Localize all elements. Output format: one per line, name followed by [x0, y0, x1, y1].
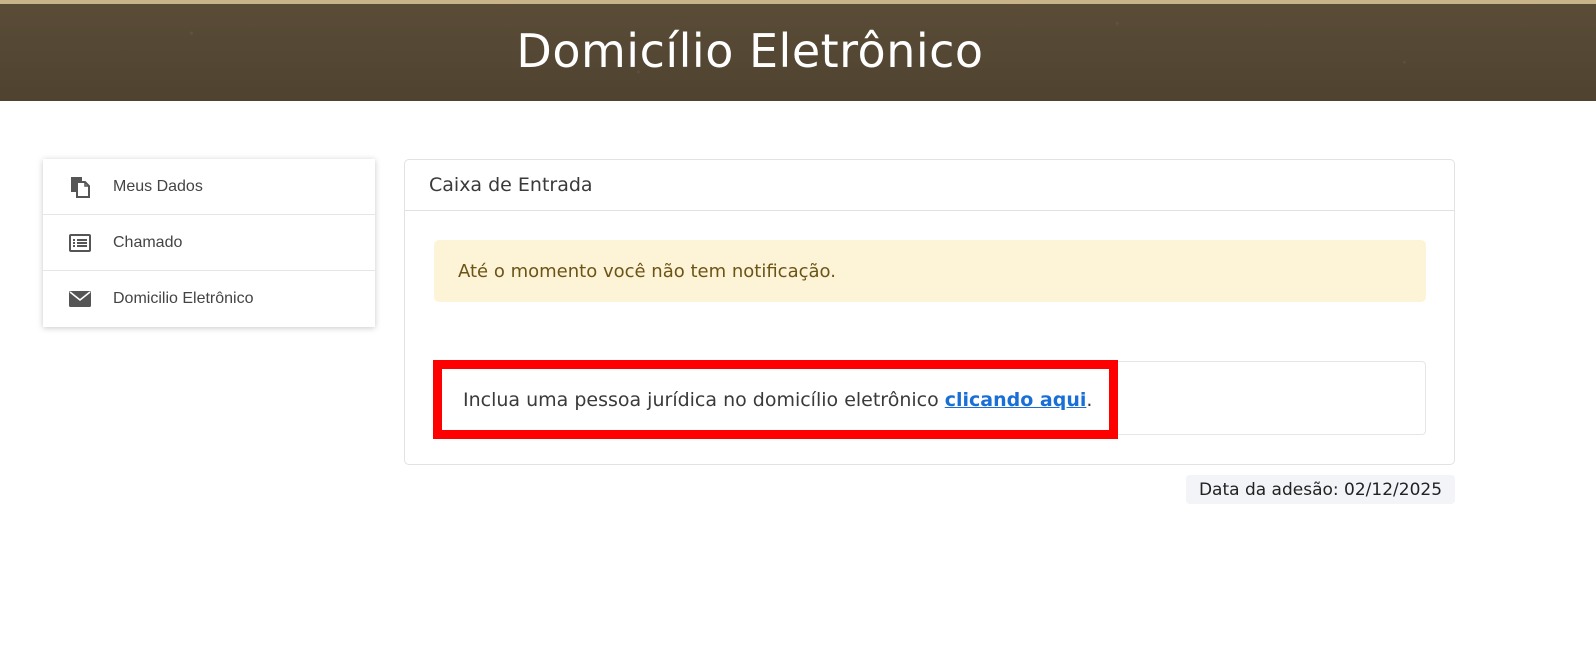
include-text-suffix: .: [1086, 388, 1093, 411]
page-header: Domicílio Eletrônico: [0, 0, 1596, 101]
include-company-link[interactable]: clicando aqui: [945, 389, 1087, 411]
documents-icon: [69, 176, 91, 198]
inbox-title: Caixa de Entrada: [429, 174, 593, 196]
sidebar-item-label: Meus Dados: [113, 177, 203, 195]
sidebar-item-label: Chamado: [113, 233, 183, 251]
sidebar-item-domicilio-eletronico[interactable]: Domicilio Eletrônico: [43, 271, 375, 327]
no-notification-alert: Até o momento você não tem notificação.: [434, 240, 1426, 302]
include-text-prefix: Inclua uma pessoa jurídica no domicílio …: [463, 388, 945, 411]
adesao-date-badge: Data da adesão: 02/12/2025: [1186, 475, 1455, 504]
include-company-text: Inclua uma pessoa jurídica no domicílio …: [463, 389, 1092, 411]
sidebar-item-meus-dados[interactable]: Meus Dados: [43, 159, 375, 215]
sidebar-item-label: Domicilio Eletrônico: [113, 290, 254, 307]
sidebar-menu: Meus Dados Chamado Domicilio Eletrônico: [43, 159, 375, 327]
highlight-box: Inclua uma pessoa jurídica no domicílio …: [433, 360, 1118, 439]
envelope-icon: [69, 288, 91, 310]
sidebar-item-chamado[interactable]: Chamado: [43, 215, 375, 271]
inbox-card: Caixa de Entrada Até o momento você não …: [404, 159, 1455, 465]
page-title: Domicílio Eletrônico: [516, 24, 984, 78]
adesao-date-text: Data da adesão: 02/12/2025: [1198, 479, 1443, 500]
inbox-card-header: Caixa de Entrada: [405, 160, 1454, 211]
list-icon: [69, 232, 91, 254]
alert-text: Até o momento você não tem notificação.: [458, 260, 836, 282]
